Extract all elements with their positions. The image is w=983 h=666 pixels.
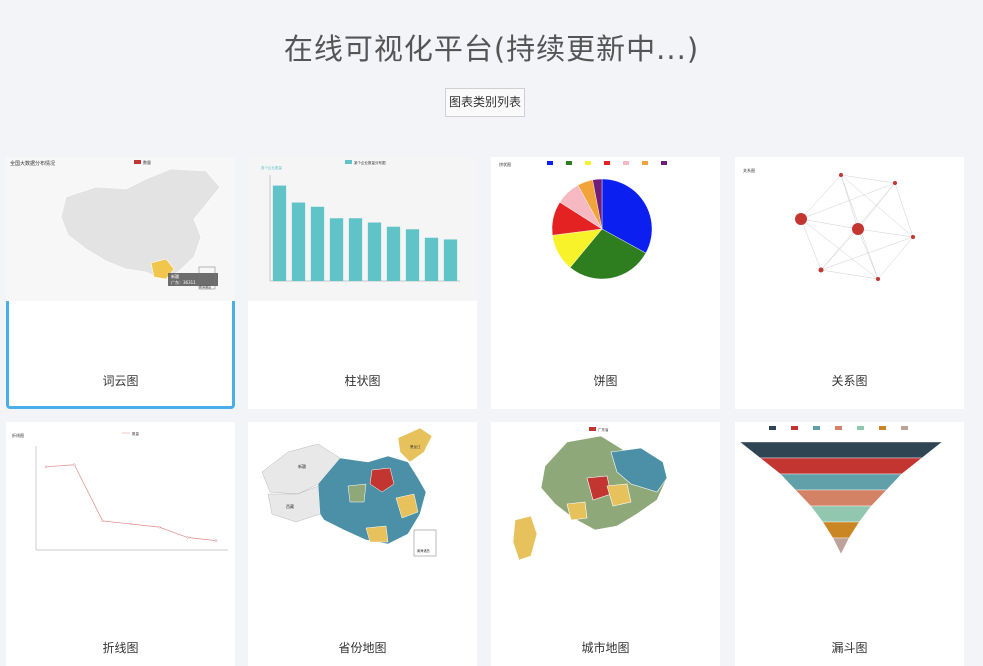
card-province-map[interactable]: 新疆 西藏 黑龙江 南海诸岛 省份地图 [248,422,477,666]
pie-chart-thumbnail: 饼状图 [491,157,720,301]
chart-category-list-button[interactable]: 图表类别列表 [445,88,525,117]
svg-text:黑龙江: 黑龙江 [410,444,421,449]
card-label: 省份地图 [338,641,387,655]
card-bar-chart[interactable]: 各个企业数量 某个企业数量分布图 柱状图 [248,157,477,409]
bar [367,222,382,281]
bar [386,226,401,281]
wordcloud-legend: 数量 [143,159,151,165]
page-title: 在线可视化平台(持续更新中...) [283,32,700,66]
card-label: 饼图 [593,374,618,388]
funnel-segment [795,489,887,507]
legend-swatch [901,426,908,430]
graph-chart-thumbnail: 关系图 [735,157,964,301]
svg-text:新疆: 新疆 [298,463,306,469]
bar [405,229,420,281]
legend-swatch [857,426,864,430]
legend-swatch [813,426,820,430]
bar [272,185,287,281]
card-city-map[interactable]: 广东省 城市地图 [491,422,720,666]
legend-swatch [879,426,886,430]
line-point [186,536,189,539]
line-title: 折线图 [12,432,24,438]
bar-legend: 某个企业数量分布图 [354,160,386,165]
legend-swatch [345,160,352,164]
bar [348,218,363,281]
bar [443,239,458,281]
funnel-segment [759,457,923,475]
bar [329,218,344,281]
svg-text:新疆: 新疆 [171,273,179,279]
bar [310,206,325,281]
line-point [129,522,133,526]
legend-swatch [589,427,596,431]
pie-title: 饼状图 [499,161,511,167]
card-label: 城市地图 [581,641,630,655]
svg-text:南海诸岛: 南海诸岛 [199,284,211,289]
card-pie-chart[interactable]: 饼状图 饼图 [491,157,720,409]
legend-swatch [547,161,553,165]
funnel-segment [739,441,943,459]
card-label: 柱状图 [344,374,381,388]
legend-swatch [585,161,591,165]
legend-swatch [835,426,842,430]
funnel-segment [779,473,903,491]
bar-chart-thumbnail: 各个企业数量 某个企业数量分布图 [248,157,477,301]
card-funnel-chart[interactable]: 漏斗图 [735,422,964,666]
card-line-chart[interactable]: 折线图 数量 折线图 [6,422,235,666]
city-map-thumbnail: 广东省 [491,422,720,566]
wordcloud-thumbnail: 全国大数据分布情况 数量 新疆 广东：36311 南海诸岛 [6,157,235,301]
legend-swatch [769,426,776,430]
line-legend: 数量 [132,431,139,436]
legend-swatch [661,161,667,165]
funnel-chart-thumbnail [735,422,964,566]
bar [291,202,306,281]
svg-text:南海诸岛: 南海诸岛 [417,548,430,553]
line-point [44,465,48,469]
legend-swatch [566,161,572,165]
svg-text:广东：36311: 广东：36311 [171,279,196,285]
wordcloud-title: 全国大数据分布情况 [10,160,55,167]
card-wordcloud[interactable]: 全国大数据分布情况 数量 新疆 广东：36311 南海诸岛 词云图 [6,157,235,409]
line-chart-thumbnail: 折线图 数量 [6,422,235,566]
card-label: 词云图 [102,374,139,388]
city-legend: 广东省 [598,427,609,432]
card-label: 关系图 [831,374,868,388]
legend-swatch [791,426,798,430]
line-point [158,525,161,529]
card-label: 折线图 [102,641,139,655]
bar [424,237,439,281]
line-point [73,463,76,466]
line-point [101,519,104,523]
legend-swatch [604,161,610,165]
bar-title: 各个企业数量 [261,165,282,170]
province-map-thumbnail: 新疆 西藏 黑龙江 南海诸岛 [248,422,477,566]
line-point [214,539,218,542]
svg-text:西藏: 西藏 [286,503,294,509]
card-label: 漏斗图 [831,641,868,655]
card-graph-chart[interactable]: 关系图 关系图 [735,157,964,409]
legend-swatch [134,160,141,164]
legend-swatch [642,161,648,165]
graph-title: 关系图 [743,167,755,173]
legend-swatch [623,161,629,165]
